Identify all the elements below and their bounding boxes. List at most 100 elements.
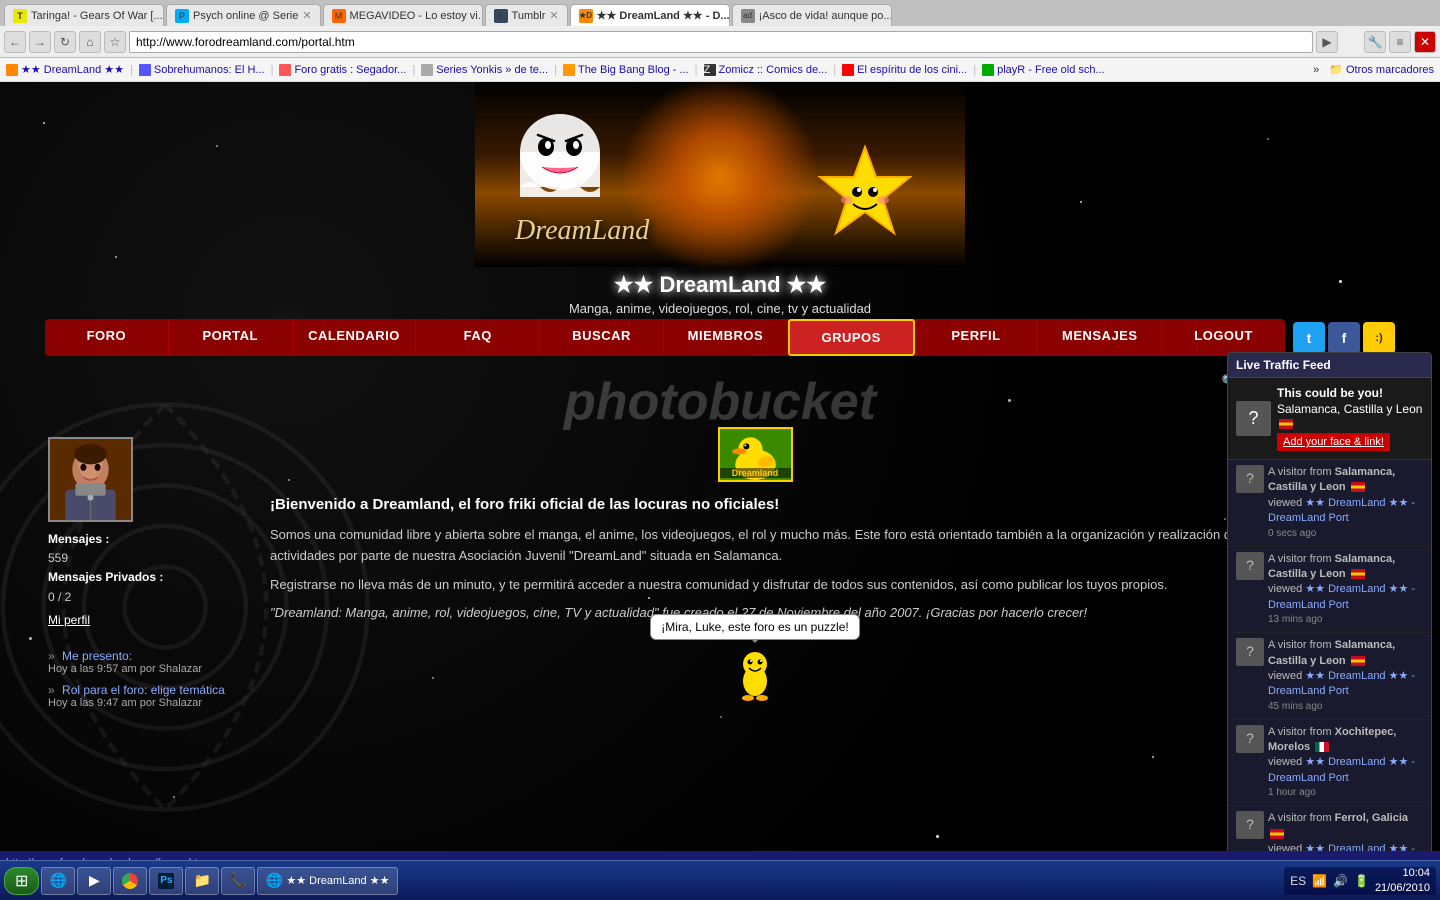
traffic-entry-3-link[interactable]: ★★ DreamLand ★★ - DreamLand Port — [1268, 756, 1415, 783]
bookmark-foro[interactable]: Foro gratis : Segador... — [279, 64, 406, 76]
add-face-button[interactable]: Add your face & link! — [1277, 433, 1390, 451]
ie-icon: 🌐 — [50, 873, 66, 889]
traffic-entry-4-avatar: ? — [1236, 811, 1264, 839]
bookmark-playr[interactable]: playR - Free old sch... — [982, 64, 1105, 76]
system-clock: 10:04 21/06/2010 — [1375, 866, 1430, 895]
nav-buscar[interactable]: BUSCAR — [540, 319, 664, 356]
private-count: 0 / 2 — [48, 588, 258, 607]
tab-taringa-label: Taringa! - Gears Of War [... — [31, 10, 163, 22]
wrench-icon[interactable]: 🔧 — [1364, 31, 1386, 53]
traffic-entry-2-avatar: ? — [1236, 638, 1264, 666]
browser-window: T Taringa! - Gears Of War [... ✕ P Psych… — [0, 0, 1440, 82]
user-avatar — [48, 437, 133, 522]
bookmark-espiritu[interactable]: El espíritu de los cini... — [842, 64, 967, 76]
bookmark-zomicz[interactable]: Z Zomicz :: Comics de... — [704, 64, 828, 76]
clock-date: 21/06/2010 — [1375, 881, 1430, 895]
browser-tabs-bar: T Taringa! - Gears Of War [... ✕ P Psych… — [0, 0, 1440, 26]
mi-perfil-button[interactable]: Mi perfil — [48, 613, 90, 627]
register-paragraph: Registrarse no lleva más de un minuto, y… — [270, 575, 1240, 596]
site-title-area: ★★ DreamLand ★★ Manga, anime, videojuego… — [0, 272, 1440, 316]
bookmark-series[interactable]: Series Yonkis » de te... — [421, 64, 548, 76]
nav-perfil[interactable]: PERFIL — [915, 319, 1039, 356]
traffic-entry-2-link[interactable]: ★★ DreamLand ★★ - DreamLand Port — [1268, 670, 1415, 697]
nav-portal[interactable]: PORTAL — [169, 319, 293, 356]
reload-button[interactable]: ↻ — [54, 31, 76, 53]
nav-calendario[interactable]: CALENDARIO — [293, 319, 417, 356]
header-banner: DreamLand — [475, 82, 965, 267]
tab-asco-icon: ad — [741, 9, 755, 23]
other-social-button[interactable]: :) — [1363, 322, 1395, 354]
tab-dreamland[interactable]: ★D ★★ DreamLand ★★ - D... ✕ — [570, 4, 730, 26]
taskbar-phone[interactable]: 📞 — [221, 867, 255, 895]
folder-icon: 📁 — [194, 873, 210, 889]
bookmark-bigbang[interactable]: The Big Bang Blog - ... — [563, 64, 689, 76]
clock-time: 10:04 — [1375, 866, 1430, 880]
tray-volume-icon[interactable]: 🔊 — [1333, 874, 1348, 888]
photoshop-icon: Ps — [158, 873, 174, 889]
nav-social-buttons: t f :) — [1293, 322, 1395, 354]
dreamland-logo-small: Dreamland — [718, 427, 793, 482]
star-sprite — [815, 142, 915, 242]
page-content: DreamLand ★★ DreamLand ★★ Manga, anime, … — [0, 82, 1440, 875]
tab-taringa[interactable]: T Taringa! - Gears Of War [... ✕ — [4, 4, 164, 26]
site-title: ★★ DreamLand ★★ — [0, 272, 1440, 298]
chrome-icon — [122, 873, 138, 889]
taskbar-photoshop[interactable]: Ps — [149, 867, 183, 895]
twitter-button[interactable]: t — [1293, 322, 1325, 354]
tab-tumblr[interactable]: t Tumblr ✕ — [485, 4, 568, 26]
flag-0 — [1351, 482, 1365, 492]
taskbar-chrome[interactable] — [113, 867, 147, 895]
post-link-2[interactable]: Rol para el foro: elige temática — [62, 683, 225, 697]
tab-tumblr-icon: t — [494, 9, 508, 23]
traffic-entry-1-link[interactable]: ★★ DreamLand ★★ - DreamLand Port — [1268, 583, 1415, 610]
taskbar-dreamland-tab[interactable]: 🌐 ★★ DreamLand ★★ — [257, 867, 398, 895]
site-subtitle: Manga, anime, videojuegos, rol, cine, tv… — [0, 301, 1440, 316]
nav-logout[interactable]: LOGOUT — [1162, 319, 1285, 356]
traffic-entry-0-info: A visitor from Salamanca, Castilla y Leo… — [1268, 465, 1423, 541]
bookmarks-bar: ★★ DreamLand ★★ | Sobrehumanos: El H... … — [0, 58, 1440, 82]
tab-tumblr-close[interactable]: ✕ — [549, 9, 558, 22]
tab-asco[interactable]: ad ¡Asco de vida! aunque po... ✕ — [732, 4, 892, 26]
tab-dreamland-label: ★★ DreamLand ★★ - D... — [597, 9, 730, 22]
tab-psych-label: Psych online @ Serie — [193, 10, 298, 22]
nav-foro[interactable]: FORO — [45, 319, 169, 356]
tab-megavideo[interactable]: M MEGAVIDEO - Lo estoy vi... ✕ — [323, 4, 483, 26]
tray-battery-icon[interactable]: 🔋 — [1354, 874, 1369, 888]
nav-faq[interactable]: FAQ — [416, 319, 540, 356]
forward-button[interactable]: → — [29, 31, 51, 53]
back-button[interactable]: ← — [4, 31, 26, 53]
bookmark-star[interactable]: ☆ — [104, 31, 126, 53]
home-button[interactable]: ⌂ — [79, 31, 101, 53]
start-button[interactable]: ⊞ — [4, 867, 39, 895]
post-link-1[interactable]: Me presento: — [62, 649, 132, 663]
nav-mensajes[interactable]: MENSAJES — [1038, 319, 1162, 356]
traffic-promo-section: ? This could be you! Salamanca, Castilla… — [1228, 378, 1431, 460]
go-button[interactable]: ▶ — [1316, 31, 1338, 53]
nav-miembros[interactable]: MIEMBROS — [664, 319, 788, 356]
facebook-button[interactable]: f — [1328, 322, 1360, 354]
taskbar-ie-icon[interactable]: 🌐 — [41, 867, 75, 895]
menu-button[interactable]: ≡ — [1389, 31, 1411, 53]
traffic-promo-title: This could be you! — [1277, 386, 1423, 400]
nav-grupos[interactable]: GRUPOS — [788, 319, 915, 356]
taskbar-folder[interactable]: 📁 — [185, 867, 219, 895]
traffic-promo-text: This could be you! Salamanca, Castilla y… — [1277, 386, 1423, 451]
tab-psych[interactable]: P Psych online @ Serie ✕ — [166, 4, 321, 26]
traffic-entry-1-time: 13 mins ago — [1268, 613, 1423, 627]
tab-psych-close[interactable]: ✕ — [302, 9, 311, 22]
bookmark-playr-icon — [982, 64, 994, 76]
mediaplayer-icon: ▶ — [86, 873, 102, 889]
tray-language-icon[interactable]: ES — [1290, 874, 1306, 888]
address-bar[interactable] — [129, 31, 1313, 53]
traffic-entry-0-avatar: ? — [1236, 465, 1264, 493]
close-window-button[interactable]: ✕ — [1414, 31, 1436, 53]
bookmark-otros[interactable]: 📁 Otros marcadores — [1329, 63, 1434, 76]
taskbar-mediaplayer[interactable]: ▶ — [77, 867, 111, 895]
bookmark-sobrehumanos[interactable]: Sobrehumanos: El H... — [139, 64, 265, 76]
user-stats: Mensajes : 559 Mensajes Privados : 0 / 2 — [48, 530, 258, 607]
tray-network-icon[interactable]: 📶 — [1312, 874, 1327, 888]
bookmark-zomicz-icon: Z — [704, 64, 716, 76]
traffic-entry-0-link[interactable]: ★★ DreamLand ★★ - DreamLand Port — [1268, 497, 1415, 524]
traffic-promo-location: Salamanca, Castilla y Leon — [1277, 402, 1422, 416]
bookmark-dreamland[interactable]: ★★ DreamLand ★★ — [6, 63, 124, 76]
